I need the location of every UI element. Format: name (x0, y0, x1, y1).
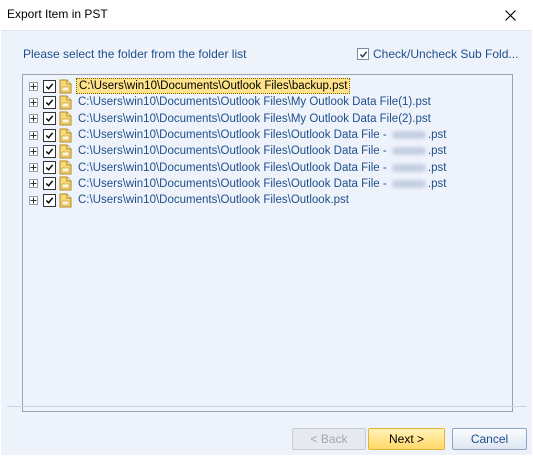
tree-item-label: C:\Users\win10\Documents\Outlook Files\M… (76, 112, 433, 126)
tree-item-label: C:\Users\win10\Documents\Outlook Files\O… (76, 128, 448, 142)
back-button[interactable]: < Back (292, 428, 366, 450)
check-icon (45, 148, 54, 155)
tree-item-checkbox[interactable] (43, 177, 56, 191)
tree-item-checkbox[interactable] (43, 161, 56, 175)
pst-file-icon (59, 176, 72, 191)
tree-item-path: C:\Users\win10\Documents\Outlook Files\b… (79, 80, 348, 93)
tree-item-label: C:\Users\win10\Documents\Outlook Files\M… (76, 95, 433, 109)
expand-icon[interactable] (29, 114, 38, 124)
pst-file-icon (59, 111, 72, 126)
tree-item-checkbox[interactable] (43, 79, 56, 93)
tree-row[interactable]: C:\Users\win10\Documents\Outlook Files\O… (29, 143, 512, 159)
next-button[interactable]: Next > (368, 428, 445, 450)
tree-item-extension: .pst (427, 129, 447, 142)
cancel-button[interactable]: Cancel (452, 428, 527, 450)
tree-item-path: C:\Users\win10\Documents\Outlook Files\O… (78, 161, 390, 174)
tree-row[interactable]: C:\Users\win10\Documents\Outlook Files\O… (29, 192, 512, 208)
close-button[interactable] (487, 0, 533, 30)
tree-row[interactable]: C:\Users\win10\Documents\Outlook Files\O… (29, 159, 512, 175)
tree-item-path: C:\Users\win10\Documents\Outlook Files\O… (78, 145, 390, 158)
tree-row[interactable]: C:\Users\win10\Documents\Outlook Files\M… (29, 94, 512, 110)
redacted-name (391, 179, 426, 188)
folder-tree[interactable]: C:\Users\win10\Documents\Outlook Files\b… (22, 74, 513, 412)
tree-item-checkbox[interactable] (43, 144, 56, 158)
check-icon (45, 180, 54, 188)
expand-icon[interactable] (29, 97, 38, 107)
subfolder-checkbox[interactable] (357, 48, 369, 60)
subfolder-toggle[interactable]: Check/Uncheck Sub Fold... (357, 47, 518, 61)
redacted-name (391, 147, 426, 156)
subfolder-toggle-label: Check/Uncheck Sub Fold... (373, 47, 519, 61)
pst-file-icon (59, 193, 72, 208)
expand-icon[interactable] (29, 179, 38, 189)
close-icon (504, 9, 516, 21)
redacted-name (391, 163, 426, 172)
window-title: Export Item in PST (7, 7, 108, 21)
tree-item-checkbox[interactable] (43, 193, 56, 207)
tree-item-extension: .pst (427, 177, 447, 190)
tree-item-checkbox[interactable] (43, 95, 56, 109)
divider (7, 406, 526, 407)
tree-item-label: C:\Users\win10\Documents\Outlook Files\O… (76, 193, 351, 207)
pst-file-icon (59, 128, 72, 143)
instruction-text: Please select the folder from the folder… (23, 47, 247, 61)
redacted-name (391, 131, 426, 139)
expand-icon[interactable] (29, 163, 38, 173)
dialog-body: Please select the folder from the folder… (1, 30, 532, 455)
tree-row[interactable]: C:\Users\win10\Documents\Outlook Files\O… (29, 127, 512, 143)
tree-item-extension: .pst (427, 145, 447, 158)
tree-item-path: C:\Users\win10\Documents\Outlook Files\O… (78, 194, 349, 207)
expand-icon[interactable] (29, 81, 38, 91)
check-icon (45, 115, 54, 123)
expand-icon[interactable] (29, 195, 38, 205)
tree-item-label: C:\Users\win10\Documents\Outlook Files\O… (76, 161, 448, 175)
check-icon (45, 197, 54, 204)
check-icon (45, 164, 54, 171)
tree-item-path: C:\Users\win10\Documents\Outlook Files\M… (78, 112, 431, 125)
pst-file-icon (59, 79, 72, 94)
tree-item-path: C:\Users\win10\Documents\Outlook Files\O… (78, 177, 390, 190)
check-icon (45, 131, 54, 139)
tree-item-path: C:\Users\win10\Documents\Outlook Files\M… (78, 96, 431, 109)
check-icon (359, 50, 367, 58)
tree-item-path: C:\Users\win10\Documents\Outlook Files\O… (78, 129, 390, 142)
tree-item-label: C:\Users\win10\Documents\Outlook Files\b… (76, 78, 351, 95)
tree-row[interactable]: C:\Users\win10\Documents\Outlook Files\M… (29, 111, 512, 127)
pst-file-icon (59, 95, 72, 110)
tree-item-checkbox[interactable] (43, 128, 56, 142)
check-icon (45, 99, 54, 106)
tree-item-label: C:\Users\win10\Documents\Outlook Files\O… (76, 177, 448, 191)
check-icon (45, 82, 54, 90)
expand-icon[interactable] (29, 130, 38, 140)
tree-row[interactable]: C:\Users\win10\Documents\Outlook Files\b… (29, 78, 512, 95)
tree-item-label: C:\Users\win10\Documents\Outlook Files\O… (76, 144, 448, 158)
tree-item-extension: .pst (427, 161, 447, 174)
pst-file-icon (59, 160, 72, 175)
pst-file-icon (59, 144, 72, 159)
tree-row[interactable]: C:\Users\win10\Documents\Outlook Files\O… (29, 176, 512, 192)
expand-icon[interactable] (29, 146, 38, 156)
title-bar: Export Item in PST (0, 0, 533, 30)
tree-item-checkbox[interactable] (43, 112, 56, 126)
